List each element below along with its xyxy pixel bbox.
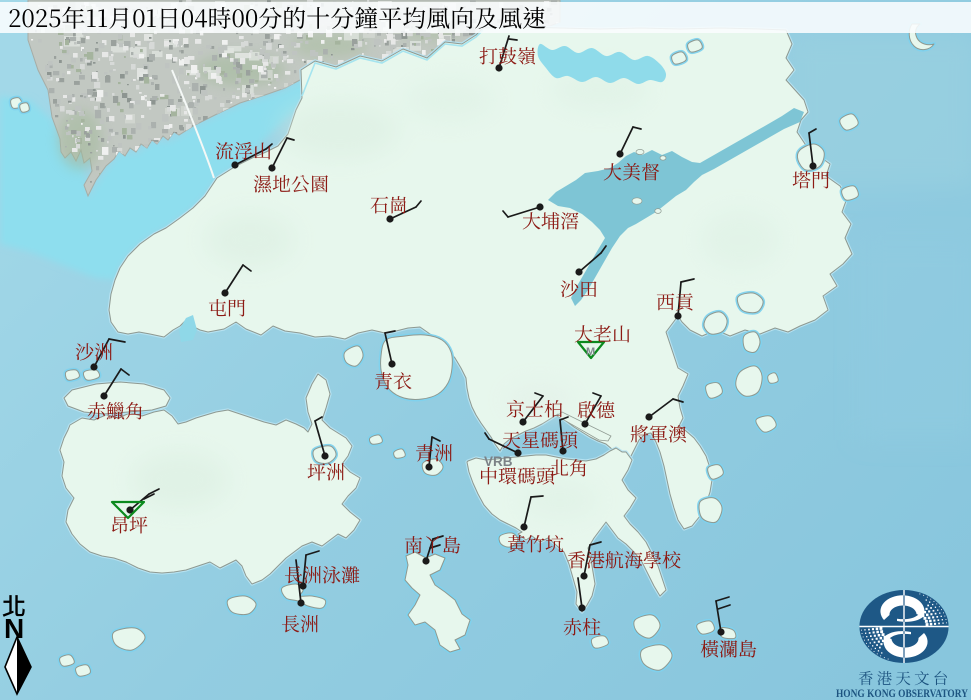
svg-text:VRB: VRB bbox=[484, 454, 513, 469]
svg-text:N: N bbox=[4, 613, 24, 644]
svg-text:HONG KONG OBSERVATORY: HONG KONG OBSERVATORY bbox=[836, 687, 968, 700]
svg-text:M: M bbox=[586, 346, 595, 358]
